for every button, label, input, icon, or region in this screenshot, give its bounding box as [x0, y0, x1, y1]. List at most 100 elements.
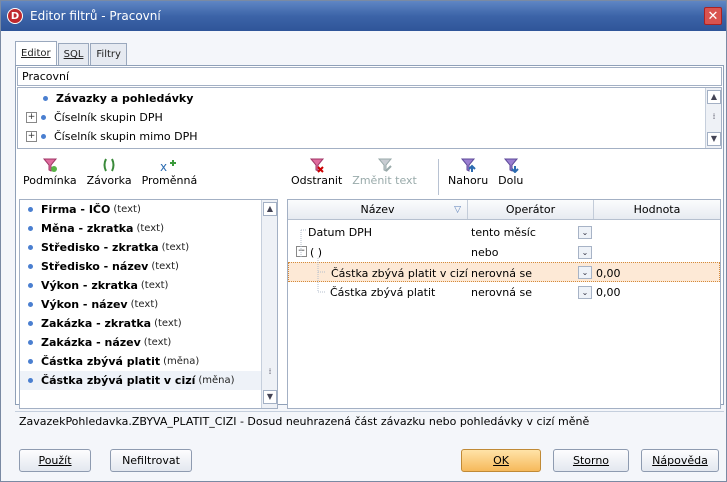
- unfilter-button[interactable]: Nefiltrovat: [110, 449, 192, 472]
- column-name-header[interactable]: Název ▽: [288, 200, 468, 219]
- condition-operator[interactable]: tento měsíc: [471, 222, 536, 242]
- expand-icon[interactable]: +: [26, 111, 37, 123]
- change-text-button[interactable]: Změnit text: [352, 156, 417, 198]
- condition-operator[interactable]: nerovná se: [471, 282, 532, 302]
- list-item[interactable]: Výkon - zkratka (text): [20, 276, 277, 295]
- column-value-header[interactable]: Hodnota: [594, 200, 720, 219]
- variable-label: Proměnná: [141, 174, 198, 187]
- bullet-icon: [41, 114, 46, 120]
- field-type: (text): [143, 337, 172, 348]
- list-item[interactable]: Firma - IČO (text): [20, 200, 277, 219]
- filter-name-input[interactable]: Pracovní: [17, 67, 722, 86]
- bullet-icon: [28, 302, 33, 307]
- funnel-remove-icon: [307, 156, 327, 174]
- help-button[interactable]: Nápověda: [641, 449, 719, 472]
- apply-button[interactable]: Použít: [19, 449, 91, 472]
- condition-operator[interactable]: nerovná se: [471, 263, 532, 283]
- group-label: Závazky a pohledávky: [56, 91, 194, 105]
- column-value-label: Hodnota: [633, 203, 681, 216]
- list-item[interactable]: + Číselník skupin mimo DPH: [18, 127, 721, 145]
- scroll-down-icon[interactable]: ▼: [263, 390, 277, 404]
- list-item[interactable]: + Číselník skupin DPH: [18, 108, 721, 126]
- scroll-grip-icon[interactable]: ⁞: [707, 111, 721, 125]
- field-type: (měna): [163, 356, 200, 367]
- field-type: (text): [130, 299, 159, 310]
- tab-strip: Editor SQL Filtry: [15, 41, 128, 65]
- table-row[interactable]: Částka zbývá platit nerovná se ⌄ 0,00: [288, 282, 720, 302]
- scroll-down-icon[interactable]: ▼: [707, 132, 721, 146]
- condition-value[interactable]: 0,00: [596, 263, 621, 283]
- field-type: (text): [136, 223, 164, 234]
- remove-label: Odstranit: [291, 174, 343, 187]
- variable-button[interactable]: x Proměnná: [141, 156, 198, 198]
- list-item[interactable]: Částka zbývá platit v cizí (měna): [20, 371, 277, 390]
- field-type: (text): [113, 204, 141, 215]
- condition-button[interactable]: Podmínka: [23, 156, 77, 198]
- bullet-icon: [28, 245, 33, 250]
- tab-editor[interactable]: Editor: [15, 41, 57, 65]
- tree-lines: [300, 229, 326, 293]
- column-operator-label: Operátor: [505, 203, 556, 216]
- field-name: Firma - IČO: [41, 203, 111, 216]
- field-name: Měna - zkratka: [41, 222, 134, 235]
- condition-grid: Název ▽ Operátor Hodnota Datum DPH tento…: [287, 199, 721, 409]
- bullet-icon: [28, 321, 33, 326]
- bullet-icon: [28, 264, 33, 269]
- chevron-down-icon[interactable]: ⌄: [578, 226, 592, 239]
- move-up-button[interactable]: Nahoru: [448, 156, 488, 198]
- group-label: Číselník skupin mimo DPH: [54, 129, 198, 143]
- field-name: Středisko - zkratka: [41, 241, 159, 254]
- left-toolbar: Podmínka Závorka x Proměnná: [23, 156, 207, 198]
- cancel-button[interactable]: Storno: [553, 449, 629, 472]
- list-item[interactable]: Zakázka - zkratka (text): [20, 314, 277, 333]
- chevron-down-icon[interactable]: ⌄: [578, 266, 592, 279]
- field-type: (text): [161, 242, 190, 253]
- group-label: Číselník skupin DPH: [54, 110, 163, 124]
- ok-button[interactable]: OK: [461, 449, 541, 472]
- table-row[interactable]: Částka zbývá platit v cizí nerovná se ⌄ …: [288, 262, 720, 282]
- funnel-add-icon: [40, 156, 60, 174]
- list-item[interactable]: Zakázka - název (text): [20, 333, 277, 352]
- bullet-icon: [43, 95, 48, 101]
- field-list: Firma - IČO (text) Měna - zkratka (text) S…: [19, 199, 278, 409]
- sort-icon: ▽: [454, 204, 461, 215]
- condition-operator[interactable]: nebo: [471, 242, 498, 262]
- list-item[interactable]: Částka zbývá platit (měna): [20, 352, 277, 371]
- group-list: Závazky a pohledávky + Číselník skupin D…: [17, 87, 722, 149]
- field-type: (text): [154, 318, 182, 329]
- table-row[interactable]: − ( ) nebo ⌄: [288, 242, 720, 262]
- list-item[interactable]: Středisko - zkratka (text): [20, 238, 277, 257]
- brackets-icon: [99, 156, 119, 174]
- expand-icon[interactable]: +: [26, 130, 37, 142]
- chevron-down-icon[interactable]: ⌄: [578, 286, 592, 299]
- scroll-up-icon[interactable]: ▲: [263, 202, 277, 216]
- funnel-edit-icon: [375, 156, 395, 174]
- tab-filters[interactable]: Filtry: [90, 43, 127, 65]
- chevron-down-icon[interactable]: ⌄: [578, 246, 592, 259]
- move-down-button[interactable]: Dolu: [498, 156, 523, 198]
- list-item[interactable]: Výkon - název (text): [20, 295, 277, 314]
- table-row[interactable]: Datum DPH tento měsíc ⌄: [288, 222, 720, 242]
- close-button[interactable]: ✕: [704, 7, 722, 25]
- tab-sql[interactable]: SQL: [57, 43, 90, 65]
- condition-value[interactable]: 0,00: [596, 282, 621, 302]
- field-list-scrollbar[interactable]: ▲ ⁞ ▼: [261, 200, 277, 408]
- list-item[interactable]: Měna - zkratka (text): [20, 219, 277, 238]
- list-item[interactable]: Středisko - název (text): [20, 257, 277, 276]
- remove-button[interactable]: Odstranit: [291, 156, 342, 198]
- right-toolbar: Odstranit Změnit text: [291, 156, 427, 198]
- move-up-label: Nahoru: [448, 174, 489, 187]
- bullet-icon: [28, 378, 33, 383]
- unfilter-label: Nefiltrovat: [122, 454, 180, 467]
- field-name: Částka zbývá platit: [41, 355, 161, 368]
- bracket-button[interactable]: Závorka: [87, 156, 132, 198]
- tab-filters-label: Filtry: [96, 49, 121, 60]
- column-operator-header[interactable]: Operátor: [468, 200, 594, 219]
- list-item[interactable]: Závazky a pohledávky: [18, 89, 721, 107]
- scroll-up-icon[interactable]: ▲: [707, 90, 721, 104]
- column-name-label: Název: [360, 203, 395, 216]
- group-list-scrollbar[interactable]: ▲ ⁞ ▼: [705, 88, 721, 148]
- condition-label: Podmínka: [23, 174, 77, 187]
- scroll-grip-icon[interactable]: ⁞: [263, 366, 277, 380]
- svg-text:x: x: [160, 160, 167, 173]
